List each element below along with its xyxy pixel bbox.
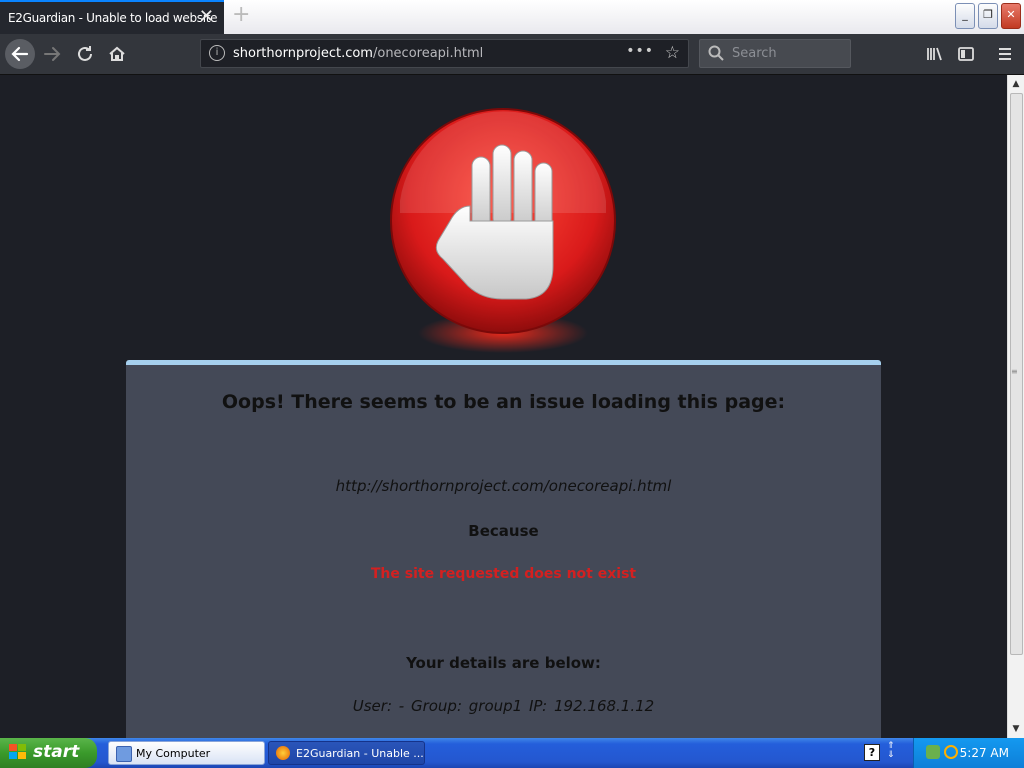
sidebar-icon[interactable] [952, 40, 980, 68]
windows-flag-icon [9, 744, 27, 764]
nav-bar: i shorthornproject.com/onecoreapi.html •… [0, 34, 1024, 75]
search-icon [708, 44, 724, 66]
url-host: shorthornproject.com [233, 46, 373, 61]
start-label: start [33, 742, 80, 762]
url-bar[interactable]: i shorthornproject.com/onecoreapi.html •… [200, 39, 689, 68]
error-heading: Oops! There seems to be an issue loading… [221, 391, 786, 413]
home-button[interactable] [103, 40, 131, 68]
search-box[interactable] [699, 39, 851, 68]
because-label: Because [468, 522, 539, 540]
tab-strip: E2Guardian - Unable to load website ✕ + … [0, 0, 1024, 34]
window-close-button[interactable]: ✕ [1001, 3, 1021, 29]
help-icon[interactable]: ? [864, 744, 880, 761]
tab-active[interactable]: E2Guardian - Unable to load website ✕ [0, 0, 224, 34]
library-icon[interactable] [921, 40, 949, 68]
url-path: /onecoreapi.html [372, 46, 484, 61]
user-details: User: - Group: group1 IP: 192.168.1.12 [352, 697, 655, 715]
blocked-url: http://shorthornproject.com/onecoreapi.h… [335, 477, 672, 495]
url-text: shorthornproject.com/onecoreapi.html [233, 46, 483, 61]
clock: 5:27 AM [959, 746, 1009, 760]
search-input[interactable] [730, 45, 844, 62]
firefox-icon [276, 746, 290, 760]
scroll-up-icon[interactable]: ▲ [1009, 76, 1023, 92]
reload-button[interactable] [71, 40, 99, 68]
new-tab-button[interactable]: + [232, 2, 250, 27]
page-content: Oops! There seems to be an issue loading… [0, 75, 1007, 738]
back-button[interactable] [5, 39, 35, 69]
my-computer-icon [116, 746, 132, 762]
taskbar-button-label: My Computer [136, 747, 211, 760]
info-icon[interactable]: i [209, 45, 225, 61]
restore-button[interactable]: ❐ [978, 3, 998, 29]
taskbar-button-firefox[interactable]: E2Guardian - Unable ... [268, 741, 425, 765]
scroll-grip-icon: ≡ [1011, 367, 1018, 376]
details-heading: Your details are below: [406, 654, 601, 672]
forward-button[interactable] [38, 40, 66, 68]
scroll-down-icon[interactable]: ▼ [1009, 721, 1023, 737]
show-hidden-icons-icon[interactable]: ⇑ ⇓ [887, 742, 895, 760]
stop-hand-icon [390, 108, 616, 353]
page-actions-icon[interactable]: ••• [626, 43, 654, 59]
menu-icon[interactable] [991, 40, 1019, 68]
system-tray: 5:27 AM [913, 738, 1024, 768]
tab-close-icon[interactable]: ✕ [199, 6, 214, 27]
start-button[interactable]: start [0, 738, 97, 768]
minimize-button[interactable]: _ [955, 3, 975, 29]
network-icon[interactable] [926, 745, 940, 759]
taskbar-button-label: E2Guardian - Unable ... [296, 747, 424, 760]
vertical-scrollbar[interactable]: ▲ ≡ ▼ [1007, 75, 1024, 738]
error-panel: Oops! There seems to be an issue loading… [126, 360, 881, 738]
search-tray-icon[interactable] [944, 745, 958, 759]
block-reason: The site requested does not exist [370, 566, 637, 582]
taskbar-button-my-computer[interactable]: My Computer [108, 741, 265, 765]
bookmark-star-icon[interactable]: ☆ [665, 43, 680, 63]
tab-title: E2Guardian - Unable to load website [8, 11, 218, 25]
